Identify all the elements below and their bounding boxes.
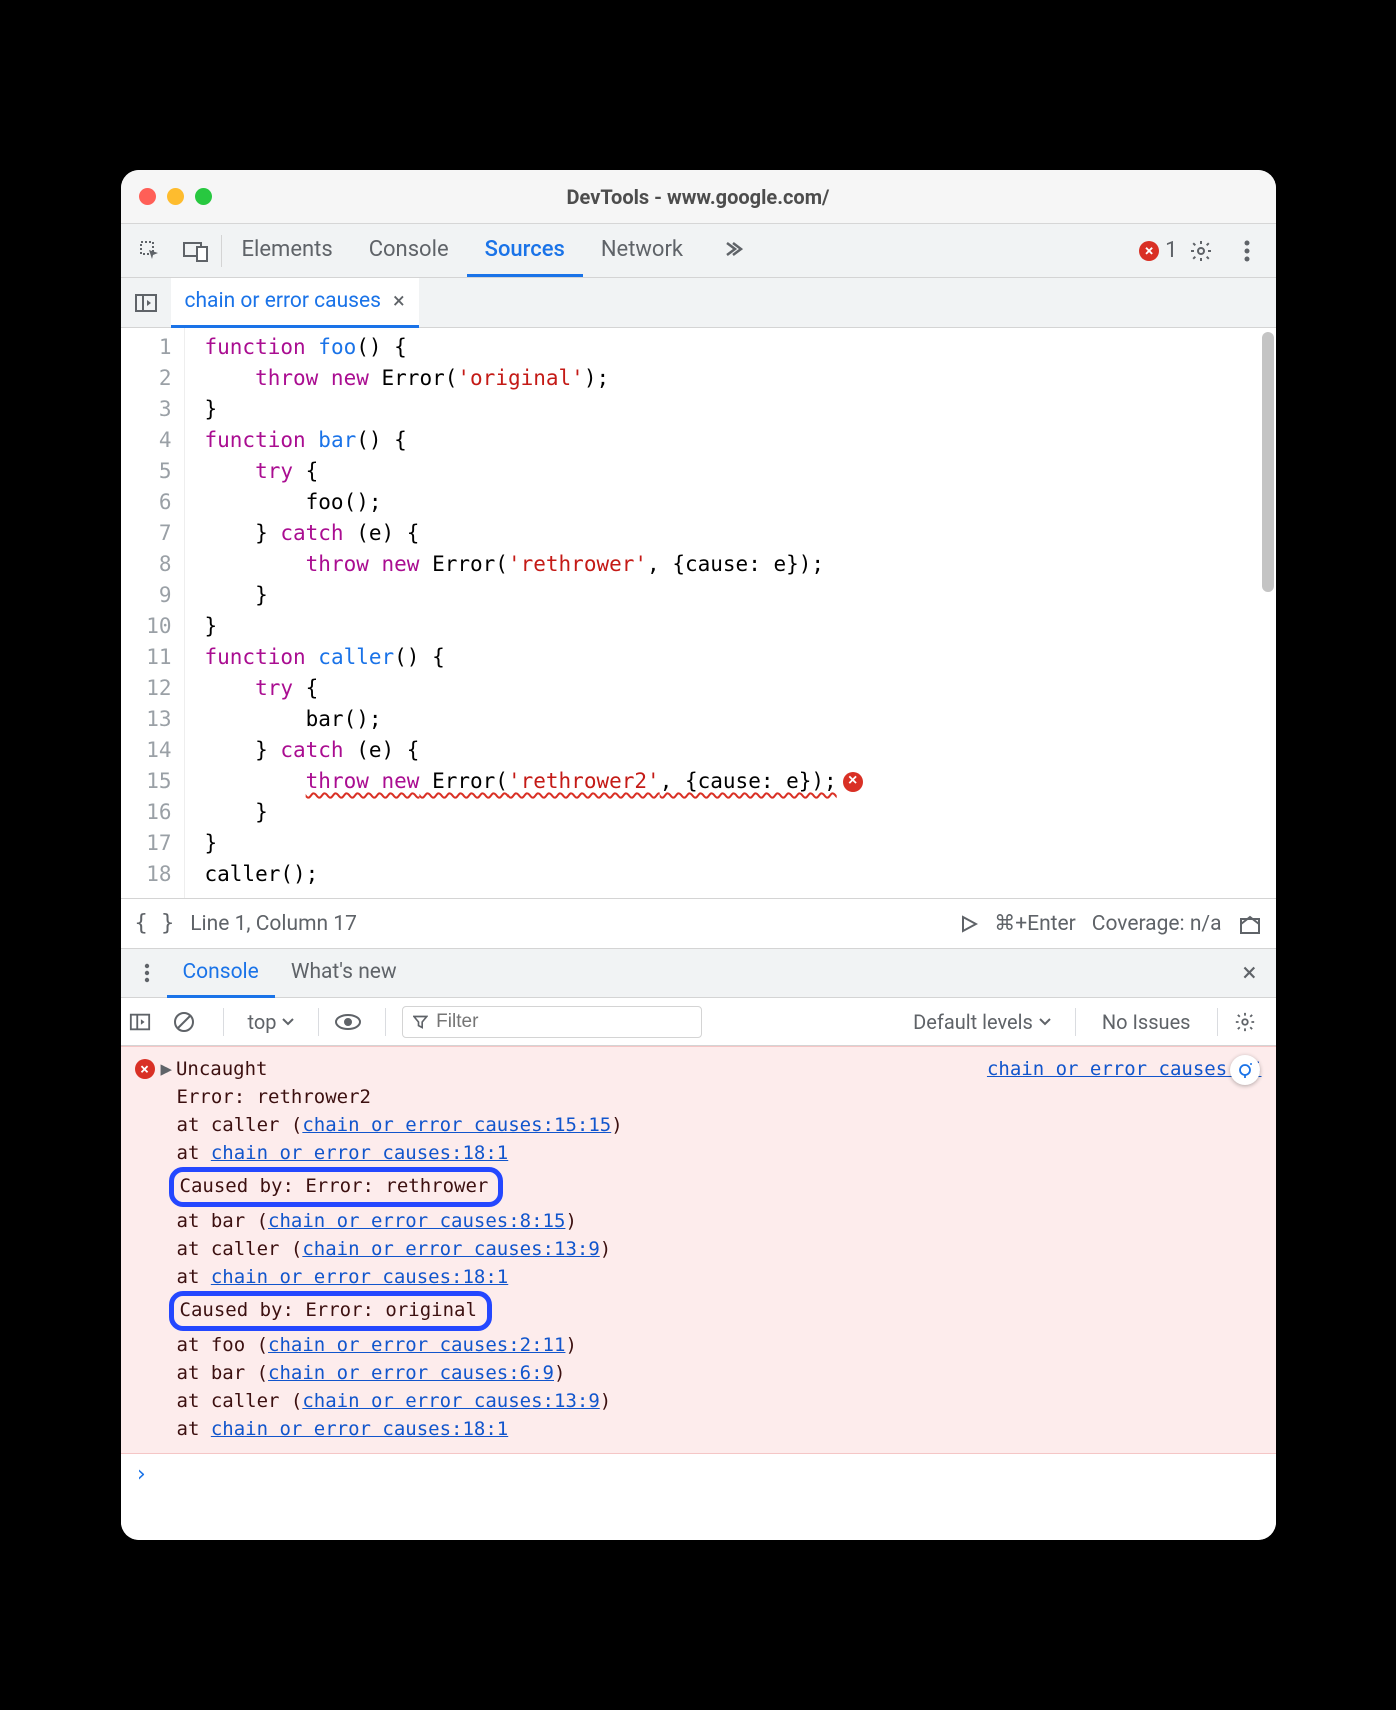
file-tab[interactable]: chain or error causes ×: [171, 278, 419, 328]
window-title: DevTools - www.google.com/: [121, 185, 1276, 209]
tab-network[interactable]: Network: [583, 224, 701, 277]
error-icon: [135, 1059, 155, 1079]
close-window-button[interactable]: [139, 188, 156, 205]
stack-frame-link[interactable]: chain or error causes:8:15: [268, 1210, 565, 1232]
stack-frame-link[interactable]: chain or error causes:13:9: [302, 1390, 599, 1412]
stack-frame-link[interactable]: chain or error causes:18:1: [211, 1142, 508, 1164]
stack-frame-link[interactable]: chain or error causes:15:15: [302, 1114, 611, 1136]
disclosure-triangle-icon[interactable]: ▶: [161, 1055, 172, 1083]
stack-frame-link[interactable]: chain or error causes:13:9: [302, 1238, 599, 1260]
settings-icon[interactable]: [1178, 224, 1224, 278]
inline-error-icon[interactable]: [843, 772, 863, 792]
zoom-window-button[interactable]: [195, 188, 212, 205]
cursor-position: Line 1, Column 17: [190, 912, 357, 936]
tab-elements[interactable]: Elements: [224, 224, 351, 277]
drawer-close-icon[interactable]: ×: [1230, 958, 1270, 988]
stack-frame-link[interactable]: chain or error causes:6:9: [268, 1362, 554, 1384]
run-icon[interactable]: [960, 915, 978, 933]
coverage-label: Coverage: n/a: [1092, 912, 1222, 936]
main-toolbar: Elements Console Sources Network 1: [121, 224, 1276, 278]
device-toolbar-icon[interactable]: [173, 224, 219, 278]
console-sidebar-toggle-icon[interactable]: [129, 1011, 163, 1033]
inspect-element-icon[interactable]: [127, 224, 173, 278]
error-count-value: 1: [1165, 238, 1177, 263]
live-expression-icon[interactable]: [335, 1013, 369, 1031]
chevron-down-icon: [1039, 1018, 1051, 1026]
filter-text-input[interactable]: [436, 1011, 691, 1033]
execution-context-value: top: [248, 1010, 277, 1034]
pretty-print-icon[interactable]: { }: [135, 911, 175, 936]
error-source-link[interactable]: chain or error causes:15: [987, 1055, 1262, 1083]
stack-frame-link[interactable]: chain or error causes:18:1: [211, 1418, 508, 1440]
console-error-row[interactable]: ▶ Uncaught chain or error causes:15 Erro…: [121, 1046, 1276, 1454]
traffic-lights: [139, 188, 212, 205]
panel-tabs: Elements Console Sources Network: [224, 224, 762, 277]
tab-sources[interactable]: Sources: [467, 224, 583, 277]
log-levels-dropdown[interactable]: Default levels: [905, 1010, 1059, 1034]
error-count[interactable]: 1: [1139, 238, 1177, 263]
log-levels-value: Default levels: [913, 1010, 1033, 1034]
chevron-down-icon: [282, 1018, 294, 1026]
close-tab-icon[interactable]: ×: [393, 289, 405, 314]
caused-by-highlight: Caused by: Error: original: [169, 1291, 492, 1331]
console-settings-icon[interactable]: [1234, 1011, 1268, 1033]
tab-console[interactable]: Console: [351, 224, 467, 277]
tab-more-icon[interactable]: [701, 224, 761, 277]
code-content: function foo() { throw new Error('origin…: [185, 328, 863, 898]
filter-input[interactable]: [402, 1006, 702, 1038]
stack-frame-link[interactable]: chain or error causes:18:1: [211, 1266, 508, 1288]
editor-scrollbar[interactable]: [1262, 332, 1274, 592]
minimize-window-button[interactable]: [167, 188, 184, 205]
titlebar: DevTools - www.google.com/: [121, 170, 1276, 224]
console-body: ▶ Uncaught chain or error causes:15 Erro…: [121, 1046, 1276, 1540]
clear-console-icon[interactable]: [173, 1011, 207, 1033]
editor-statusbar: { } Line 1, Column 17 ⌘+Enter Coverage: …: [121, 898, 1276, 948]
stack-trace: Error: rethrower2 at caller (chain or er…: [135, 1083, 1262, 1443]
console-prompt[interactable]: ›: [121, 1454, 1276, 1495]
devtools-window: DevTools - www.google.com/ Elements Cons…: [121, 170, 1276, 1540]
caused-by-highlight: Caused by: Error: rethrower: [169, 1167, 504, 1207]
kebab-menu-icon[interactable]: [1224, 224, 1270, 278]
issues-button[interactable]: No Issues: [1092, 1010, 1201, 1034]
ai-insight-icon[interactable]: [1230, 1055, 1260, 1085]
console-toolbar: top Default levels No Issues: [121, 998, 1276, 1046]
drawer-tabs: Console What's new ×: [121, 948, 1276, 998]
drawer-tab-console[interactable]: Console: [167, 948, 275, 998]
run-shortcut: ⌘+Enter: [994, 911, 1076, 936]
file-tabs-bar: chain or error causes ×: [121, 278, 1276, 328]
error-icon: [1139, 241, 1159, 261]
execution-context-dropdown[interactable]: top: [240, 1010, 303, 1034]
error-heading: Uncaught: [176, 1055, 268, 1083]
line-gutter: 123456789101112131415161718: [121, 328, 185, 898]
drawer-kebab-icon[interactable]: [127, 963, 167, 983]
navigator-toggle-icon[interactable]: [121, 278, 171, 328]
stack-frame-link[interactable]: chain or error causes:2:11: [268, 1334, 565, 1356]
drawer-tab-whatsnew[interactable]: What's new: [275, 948, 413, 998]
file-tab-name: chain or error causes: [185, 289, 381, 313]
funnel-icon: [413, 1014, 428, 1030]
code-editor[interactable]: 123456789101112131415161718 function foo…: [121, 328, 1276, 898]
debugger-toggle-icon[interactable]: [1238, 912, 1262, 936]
